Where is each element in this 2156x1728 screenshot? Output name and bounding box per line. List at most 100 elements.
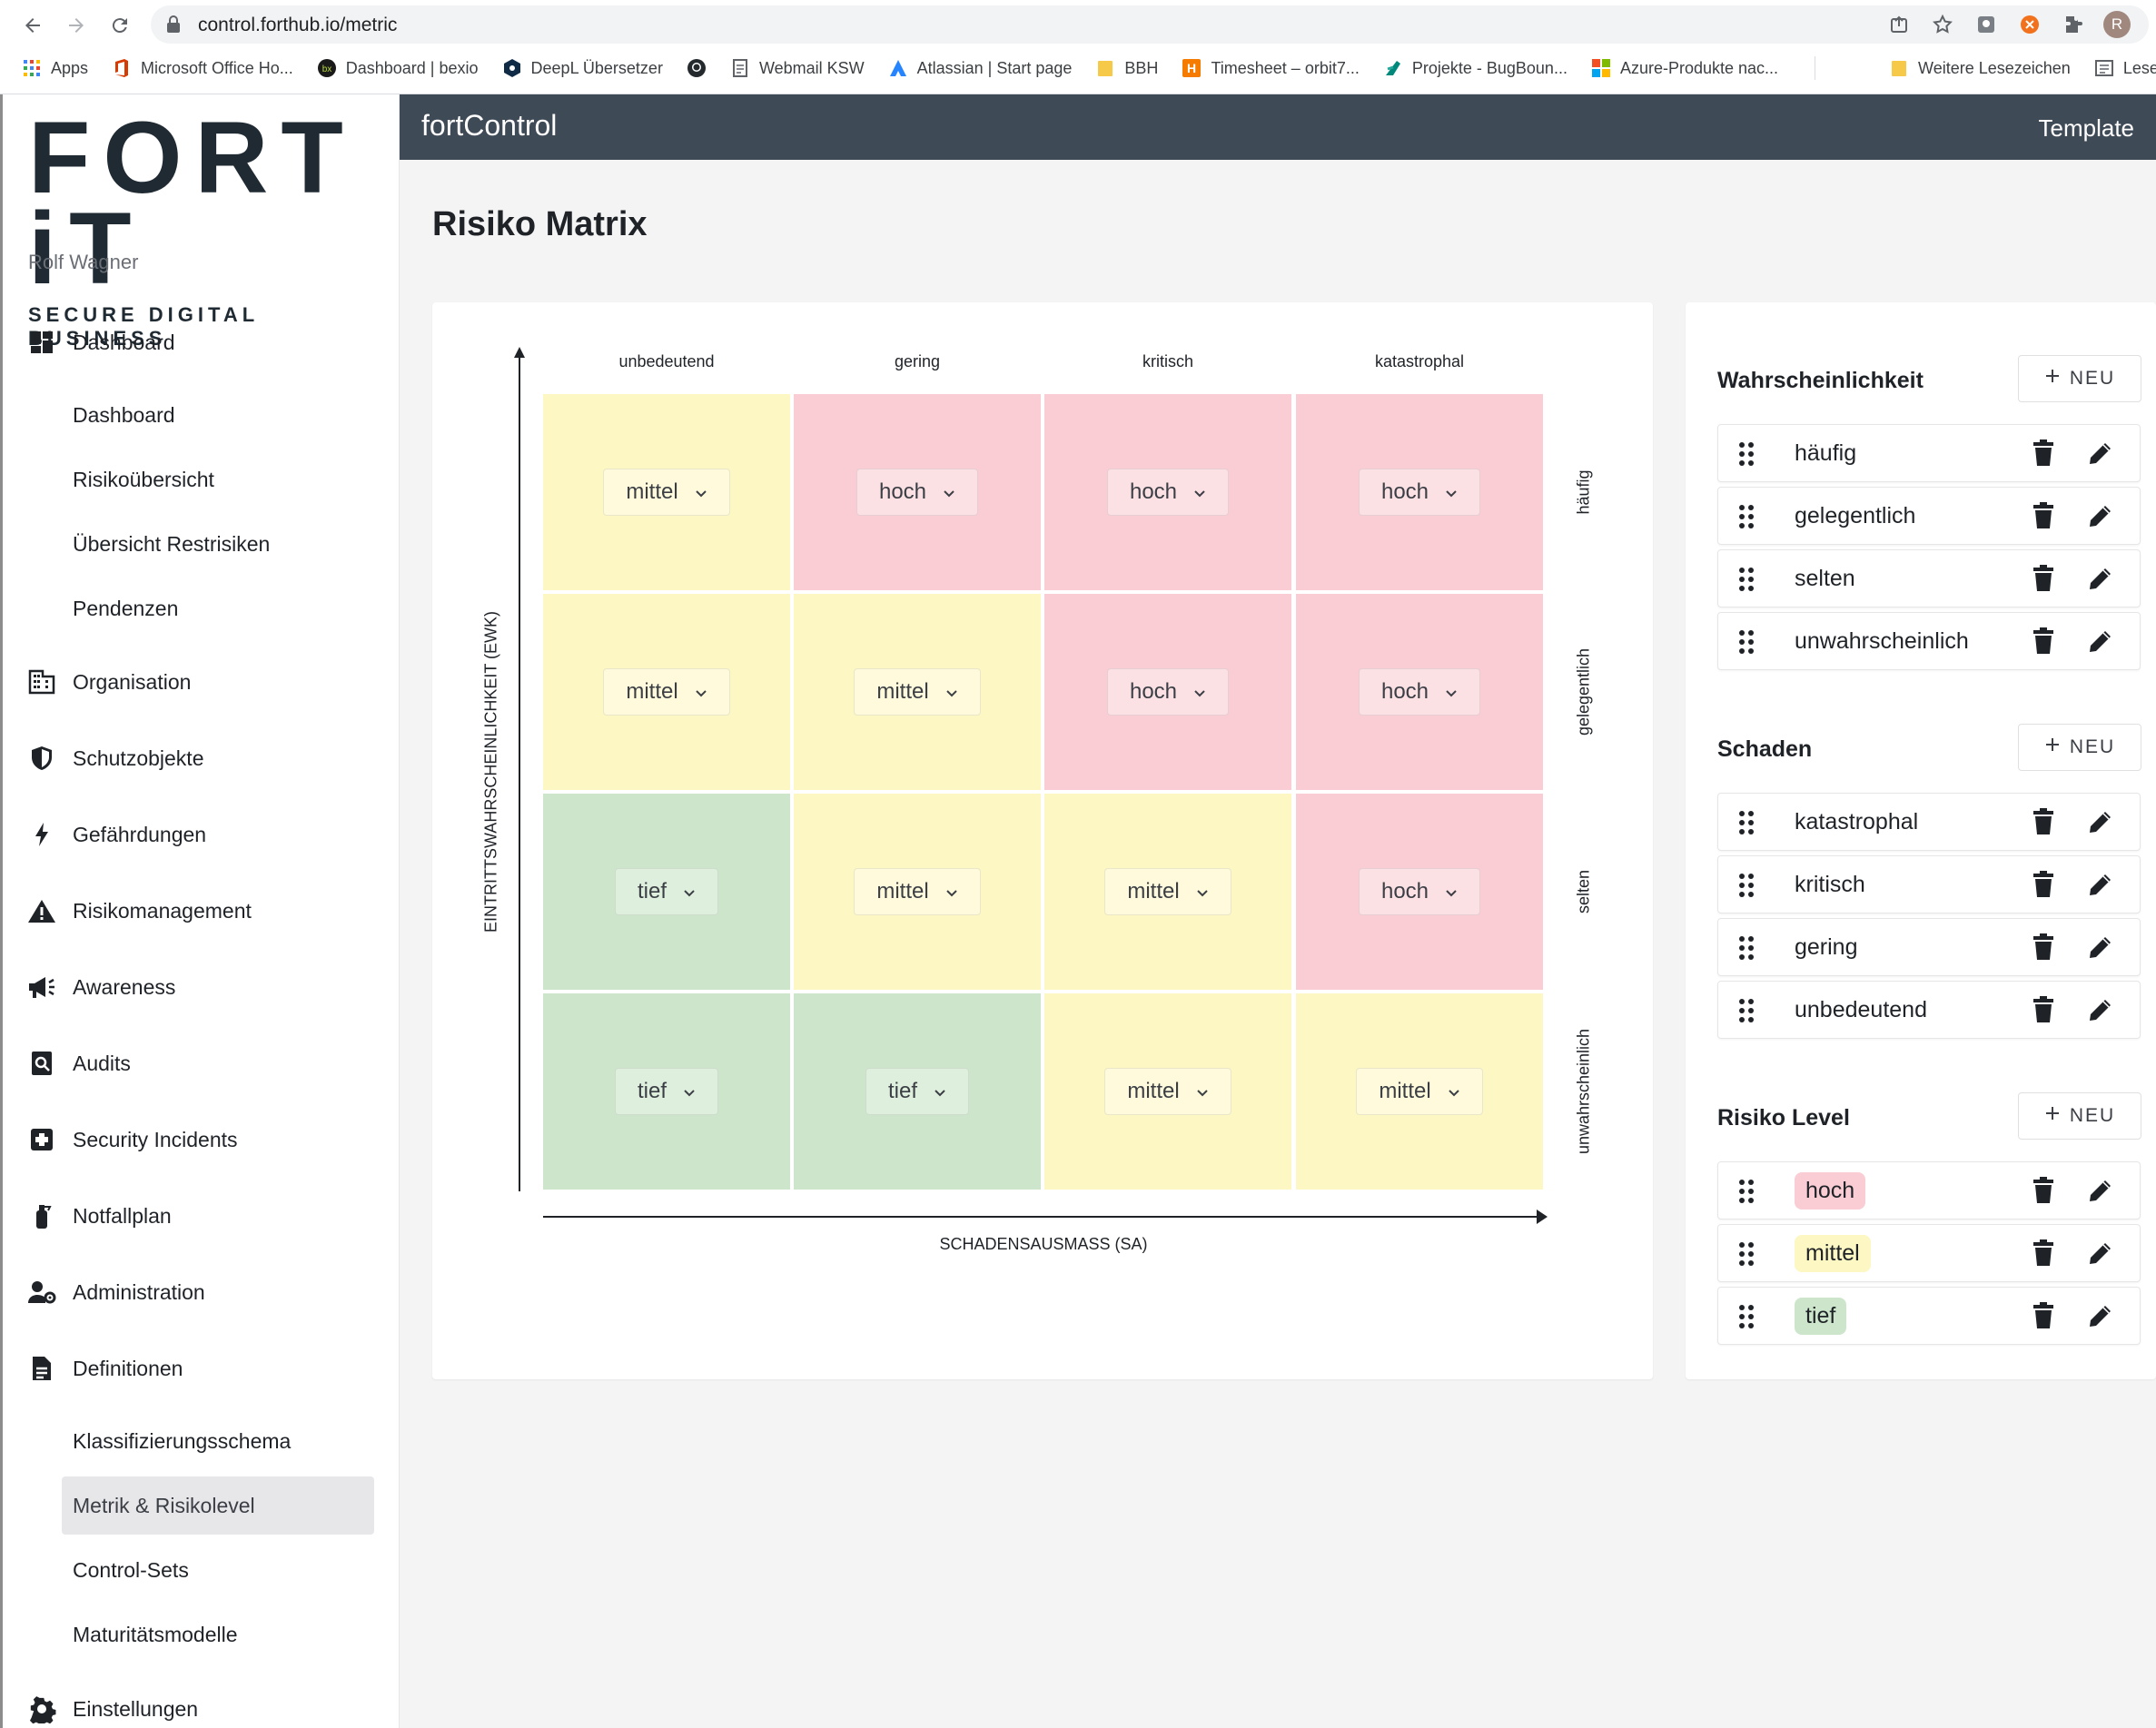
bookmark-bbh[interactable]: BBH [1095,58,1158,78]
risk-level-select[interactable]: mittel [854,668,981,716]
trash-icon[interactable] [2032,996,2054,1028]
risk-level-select[interactable]: hoch [1358,868,1481,915]
add-schaden-button[interactable]: NEU [2018,724,2141,771]
edit-pencil-icon[interactable] [2087,439,2114,471]
risk-level-select[interactable]: hoch [1358,668,1481,716]
risk-level-select[interactable]: mittel [1104,1068,1231,1115]
address-bar[interactable]: control.forthub.io/metric R [151,5,2149,44]
sidebar-item-audits[interactable]: Audits [25,1036,131,1091]
app-title[interactable]: fortControl [421,109,557,143]
trash-icon[interactable] [2032,439,2054,471]
risk-level-select[interactable]: tief [614,868,718,915]
template-link[interactable]: Template [2039,114,2135,143]
bookmark-atlassian[interactable]: Atlassian | Start page [888,58,1072,78]
drag-handle-icon[interactable] [1738,1179,1755,1209]
bookmark-bugbounty[interactable]: Projekte - BugBoun... [1383,58,1568,78]
edit-pencil-icon[interactable] [2087,565,2114,597]
risk-level-select[interactable]: mittel [854,868,981,915]
trash-icon[interactable] [2032,871,2054,903]
drag-handle-icon[interactable] [1738,1304,1755,1334]
sidebar-item-security-incidents[interactable]: Security Incidents [25,1112,238,1167]
matrix-cell: mittel [1296,993,1543,1190]
sidebar-item-gefaehrdungen[interactable]: Gefährdungen [25,807,206,862]
risk-level-select[interactable]: hoch [855,469,979,516]
sidebar-item-dashboard[interactable]: Dashboard [25,315,175,370]
star-icon[interactable] [1929,11,1956,38]
edit-pencil-icon[interactable] [2087,808,2114,840]
chevron-down-icon [1193,479,1206,505]
sidebar-item-einstellungen[interactable]: Einstellungen [25,1682,198,1728]
sidebar-subitem-metrik-risikolevel[interactable]: Metrik & Risikolevel [62,1476,374,1535]
sidebar-item-schutzobjekte[interactable]: Schutzobjekte [25,731,203,785]
sidebar-item-administration[interactable]: Administration [25,1265,205,1319]
bookmark-office[interactable]: Microsoft Office Ho... [112,58,293,78]
drag-handle-icon[interactable] [1738,810,1755,840]
risk-level-select[interactable]: mittel [1104,868,1231,915]
trash-icon[interactable] [2032,627,2054,659]
extension-box-icon[interactable] [1973,11,2000,38]
sidebar-subitem-dashboard[interactable]: Dashboard [62,386,374,444]
risk-level-select[interactable]: tief [614,1068,718,1115]
sidebar-subitem-klassifizierungsschema[interactable]: Klassifizierungsschema [62,1412,374,1470]
sidebar-subitem-control-sets[interactable]: Control-Sets [62,1541,374,1599]
risk-level-select[interactable]: hoch [1106,469,1230,516]
sidebar-subitem-risikouebersicht[interactable]: Risikoübersicht [62,450,374,509]
back-icon[interactable] [16,9,49,42]
sidebar-item-risikomanagement[interactable]: Risikomanagement [25,884,252,938]
drag-handle-icon[interactable] [1738,1241,1755,1271]
reload-icon[interactable] [104,9,136,42]
sidebar-subitem-maturitaetsmodelle[interactable]: Maturitätsmodelle [62,1605,374,1664]
edit-pencil-icon[interactable] [2087,933,2114,965]
drag-handle-icon[interactable] [1738,441,1755,471]
drag-handle-icon[interactable] [1738,935,1755,965]
risk-level-select[interactable]: mittel [603,469,730,516]
bookmark-azure[interactable]: Azure-Produkte nac... [1591,58,1778,78]
edit-pencil-icon[interactable] [2087,627,2114,659]
extension-orange-icon[interactable] [2016,11,2043,38]
puzzle-icon[interactable] [2060,11,2087,38]
trash-icon[interactable] [2032,565,2054,597]
risk-level-select[interactable]: tief [865,1068,969,1115]
drag-handle-icon[interactable] [1738,504,1755,534]
forward-icon[interactable] [60,9,93,42]
risk-level-select[interactable]: hoch [1358,469,1481,516]
drag-handle-icon[interactable] [1738,567,1755,597]
trash-icon[interactable] [2032,1302,2054,1334]
sidebar-item-awareness[interactable]: Awareness [25,960,175,1014]
drag-handle-icon[interactable] [1738,629,1755,659]
bookmark-timesheet[interactable]: H Timesheet – orbit7... [1182,58,1360,78]
bookmark-deepl[interactable]: DeepL Übersetzer [502,58,663,78]
edit-pencil-icon[interactable] [2087,871,2114,903]
bookmark-weitere[interactable]: Weitere Lesezeichen [1889,58,2071,78]
profile-avatar[interactable]: R [2103,11,2131,38]
sidebar-subitem-restrisiken[interactable]: Übersicht Restrisiken [62,515,374,573]
sidebar-subitem-pendenzen[interactable]: Pendenzen [62,579,374,637]
edit-pencil-icon[interactable] [2087,1177,2114,1209]
risk-level-select[interactable]: mittel [1356,1068,1483,1115]
trash-icon[interactable] [2032,1177,2054,1209]
trash-icon[interactable] [2032,808,2054,840]
list-item: tief [1717,1287,2141,1345]
trash-icon[interactable] [2032,502,2054,534]
bookmark-apps[interactable]: Apps [22,58,88,78]
bookmark-webmail[interactable]: Webmail KSW [730,58,865,78]
add-wahrscheinlichkeit-button[interactable]: NEU [2018,355,2141,402]
edit-pencil-icon[interactable] [2087,996,2114,1028]
bookmark-github[interactable] [687,58,707,78]
risk-level-select[interactable]: mittel [603,668,730,716]
sidebar-item-definitionen[interactable]: Definitionen [25,1341,183,1396]
drag-handle-icon[interactable] [1738,873,1755,903]
risk-level-select[interactable]: hoch [1106,668,1230,716]
bookmark-bexio[interactable]: bx Dashboard | bexio [317,58,479,78]
sidebar-item-notfallplan[interactable]: Notfallplan [25,1189,172,1243]
add-risiko-level-button[interactable]: NEU [2018,1092,2141,1140]
edit-pencil-icon[interactable] [2087,1239,2114,1271]
drag-handle-icon[interactable] [1738,998,1755,1028]
trash-icon[interactable] [2032,1239,2054,1271]
sidebar-item-organisation[interactable]: Organisation [25,655,191,709]
edit-pencil-icon[interactable] [2087,1302,2114,1334]
trash-icon[interactable] [2032,933,2054,965]
edit-pencil-icon[interactable] [2087,502,2114,534]
share-icon[interactable] [1885,11,1913,38]
bookmark-reading-list[interactable]: Lese [2094,58,2156,78]
